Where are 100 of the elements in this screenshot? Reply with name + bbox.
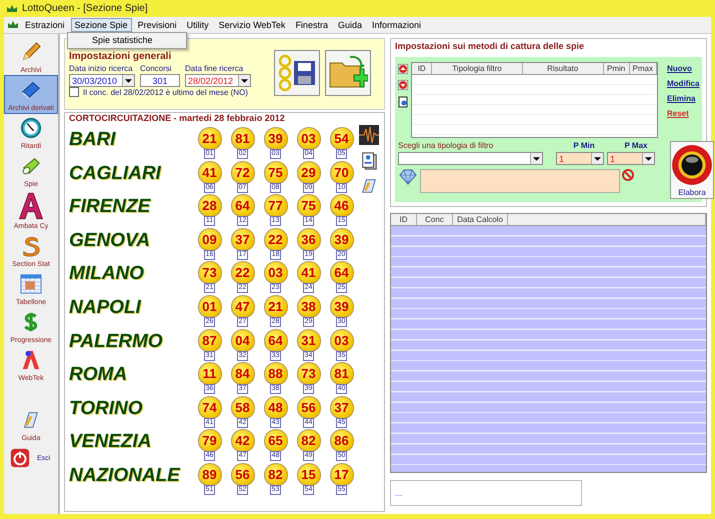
column-header[interactable]: Pmin <box>604 63 630 74</box>
field-label: Concorsi <box>140 64 173 73</box>
open-folder-button[interactable] <box>325 50 371 96</box>
field-label: P Min <box>572 141 596 150</box>
menu-item[interactable]: Utility <box>182 18 213 32</box>
window-title: LottoQueen - [Sezione Spie] <box>22 3 148 14</box>
column-header[interactable]: Risultato <box>522 63 604 74</box>
lightbulb-number: 29 <box>296 160 320 184</box>
menu-item[interactable]: Estrazioni <box>21 18 69 32</box>
waveform-icon[interactable] <box>359 125 379 145</box>
lightbulb-number: 64 <box>230 194 254 218</box>
move-up-icon[interactable] <box>398 64 408 74</box>
lightbulb-number: 81 <box>330 362 354 386</box>
lightbulb-number: 36 <box>296 228 320 251</box>
lightbulb-number: 46 <box>330 194 354 218</box>
action-link[interactable]: Reset <box>667 109 700 118</box>
documents-icon[interactable] <box>360 151 378 171</box>
group-title: Impostazioni generali <box>69 51 172 62</box>
crown-icon <box>6 4 18 14</box>
group-title: CORTOCIRCUITAZIONE - martedi 28 febbraio 2012 <box>69 113 286 123</box>
action-link[interactable]: Modifica <box>667 79 700 88</box>
round-button-icon <box>671 144 713 186</box>
max-dropdown[interactable]: 1 <box>607 152 655 165</box>
pencil-icon <box>20 41 42 63</box>
lightbulb-number: 72 <box>230 160 254 184</box>
clear-icon[interactable] <box>622 169 634 181</box>
lightbulb-number: 41 <box>198 160 222 184</box>
power-icon <box>9 447 31 469</box>
field-label: P Max <box>624 141 648 150</box>
lightbulb-number: 39 <box>264 127 288 150</box>
lightbulb-number: 39 <box>330 228 354 251</box>
menu-item[interactable]: Servizio WebTek <box>214 18 290 32</box>
number-field[interactable]: 301 <box>140 74 180 87</box>
lightbulb-number: 03 <box>330 328 354 352</box>
lightbulb-number: 39 <box>330 294 354 318</box>
lightbulb-number: 87 <box>198 328 222 352</box>
flashlight-icon <box>20 155 42 177</box>
lightbulb-number: 75 <box>264 160 288 184</box>
date-dropdown[interactable]: 28/02/2012 <box>185 74 251 87</box>
lightbulb-number: 11 <box>198 362 222 386</box>
checkbox[interactable]: Il conc. del 28/02/2012 è ultimo del mese (NO) <box>69 87 269 97</box>
menu-item[interactable]: Sezione Spie <box>70 18 132 32</box>
move-down-icon[interactable] <box>398 80 408 90</box>
lightbulb-number: 75 <box>296 194 320 218</box>
field-label: Data fine ricerca <box>185 64 244 73</box>
lightbulb-number: 56 <box>230 462 254 486</box>
lightbulb-number: 21 <box>198 127 222 150</box>
wheel-name: GENOVA <box>69 228 151 252</box>
menu-item[interactable]: Informazioni <box>368 18 426 32</box>
save-icon <box>277 53 317 93</box>
min-dropdown[interactable]: 1 <box>556 152 604 165</box>
menu-item[interactable]: Guida <box>334 18 366 32</box>
column-header[interactable]: Tipologia filtro <box>432 63 523 74</box>
wheel-name: MILANO <box>69 262 145 286</box>
lightbulb-number: 28 <box>198 194 222 218</box>
column-header[interactable]: Pmax <box>630 63 657 74</box>
status-text: ... <box>395 488 403 498</box>
lightbulb-number: 82 <box>296 429 320 452</box>
save-button[interactable] <box>274 50 320 96</box>
action-link[interactable]: Elimina <box>667 94 700 103</box>
notebook-icon[interactable] <box>360 177 378 195</box>
lightbulb-number: 04 <box>230 328 254 352</box>
diamond-icon <box>398 169 418 185</box>
book-icon <box>20 79 42 101</box>
lightbulb-number: 48 <box>264 396 288 419</box>
lightbulb-number: 22 <box>230 261 254 284</box>
lightbulb-number: 79 <box>198 429 222 452</box>
lightbulb-number: 38 <box>296 294 320 318</box>
lightbulb-number: 22 <box>264 228 288 251</box>
lightbulb-number: 64 <box>330 261 354 284</box>
filter-dropdown[interactable] <box>398 152 543 165</box>
run-button[interactable]: Elabora <box>670 141 714 199</box>
column-header[interactable]: ID <box>391 214 417 225</box>
column-header[interactable]: Conc <box>417 214 453 225</box>
lightbulb-number: 74 <box>198 396 222 419</box>
wheel-name: BARI <box>69 128 117 151</box>
lightbulb-number: 37 <box>230 228 254 251</box>
lightbulb-number: 31 <box>296 328 320 352</box>
lightbulb-number: 47 <box>230 294 254 318</box>
document-icon[interactable] <box>398 96 408 108</box>
lightbulb-number: 56 <box>296 396 320 419</box>
lightbulb-number: 21 <box>264 294 288 318</box>
action-link[interactable]: Nuovo <box>667 64 700 73</box>
column-header[interactable]: Data Calcolo <box>453 214 508 225</box>
lightbulb-number: 03 <box>296 127 320 150</box>
field-label: Data inizio ricerca <box>69 64 134 73</box>
wheel-name: FIRENZE <box>69 195 152 218</box>
menu-item[interactable]: Finestra <box>291 18 332 32</box>
wheel-name: VENEZIA <box>69 430 152 454</box>
lightbulb-number: 15 <box>296 462 320 486</box>
lightbulb-number: 37 <box>330 396 354 419</box>
lightbulb-number: 89 <box>198 462 222 486</box>
wheel-name: CAGLIARI <box>69 162 162 185</box>
crown-icon <box>7 20 19 30</box>
lightbulb-number: 09 <box>198 228 222 251</box>
menu-item[interactable]: Previsioni <box>134 18 181 32</box>
menu-option[interactable]: Spie statistiche <box>68 33 186 48</box>
lightbulb-number: 65 <box>264 429 288 452</box>
column-header[interactable]: ID <box>412 63 432 74</box>
date-dropdown[interactable]: 30/03/2010 <box>69 74 135 87</box>
